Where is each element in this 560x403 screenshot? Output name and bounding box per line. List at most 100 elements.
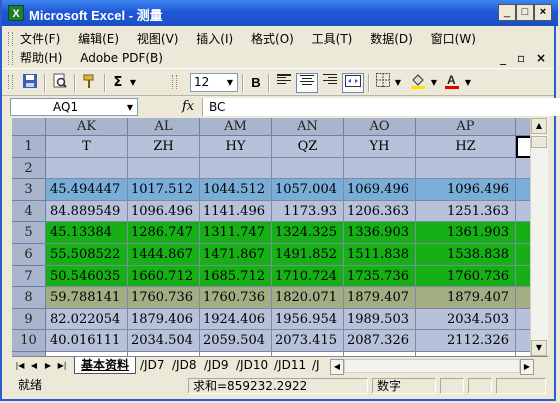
row-header[interactable]: 5 xyxy=(12,222,46,244)
table-cell[interactable]: 1336.903 xyxy=(344,222,416,244)
menu-tools[interactable]: 工具(T) xyxy=(312,30,353,47)
maximize-button[interactable]: □ xyxy=(516,4,534,21)
tab-last-icon[interactable]: ▶| xyxy=(56,359,68,373)
insert-function-icon[interactable]: fx xyxy=(182,99,194,114)
tab-basic-data[interactable]: 基本资料 xyxy=(74,357,137,374)
scroll-up-icon[interactable]: ▲ xyxy=(531,118,547,134)
table-cell[interactable]: T xyxy=(46,136,128,158)
table-cell[interactable]: 1989.503 xyxy=(344,308,416,331)
menu-insert[interactable]: 插入(I) xyxy=(196,30,233,47)
scroll-down-icon[interactable]: ▼ xyxy=(531,340,547,356)
table-cell[interactable]: 59.788141 xyxy=(46,287,128,309)
table-cell[interactable]: 1760.736 xyxy=(128,287,200,309)
table-cell[interactable]: 1879.407 xyxy=(416,287,516,309)
table-cell[interactable]: 1286.747 xyxy=(128,222,200,244)
column-header[interactable]: AL xyxy=(128,118,200,136)
table-cell[interactable]: 1044.512 xyxy=(200,179,272,201)
formula-input[interactable]: BC xyxy=(202,98,560,116)
row-header[interactable]: 8 xyxy=(12,287,46,309)
table-cell[interactable]: 40.016111 xyxy=(46,330,128,352)
table-cell[interactable] xyxy=(516,157,530,180)
table-cell[interactable] xyxy=(416,157,516,180)
table-cell[interactable] xyxy=(516,244,530,266)
table-cell[interactable] xyxy=(516,308,530,331)
table-cell[interactable]: 1710.724 xyxy=(272,265,344,288)
scroll-thumb[interactable] xyxy=(531,136,547,148)
menu-file[interactable]: 文件(F) xyxy=(20,30,60,47)
column-header[interactable]: AM xyxy=(200,118,272,136)
column-header-extra[interactable] xyxy=(516,118,530,136)
table-cell[interactable]: 1361.903 xyxy=(416,222,516,244)
font-color-icon[interactable]: A xyxy=(442,73,462,93)
tab-j[interactable]: /J xyxy=(312,357,320,373)
row-header[interactable]: 2 xyxy=(12,157,46,180)
table-cell[interactable]: 84.889549 xyxy=(46,200,128,223)
column-header[interactable]: AP xyxy=(416,118,516,136)
tab-jd10[interactable]: /JD10 xyxy=(236,357,268,373)
table-cell[interactable]: 1057.004 xyxy=(272,179,344,201)
table-cell[interactable]: 2034.503 xyxy=(416,308,516,331)
align-left-icon[interactable] xyxy=(274,73,294,93)
table-cell[interactable]: 45.13384 xyxy=(46,222,128,244)
table-cell[interactable] xyxy=(516,136,530,158)
print-preview-icon[interactable] xyxy=(50,73,70,93)
name-box[interactable]: AQ1 ▼ xyxy=(10,98,138,116)
table-cell[interactable]: 1760.736 xyxy=(416,265,516,288)
table-cell[interactable]: 2073.415 xyxy=(272,330,344,352)
table-cell[interactable]: 1735.736 xyxy=(344,265,416,288)
toolbar-grip[interactable] xyxy=(8,75,13,89)
row-header[interactable]: 3 xyxy=(12,179,46,201)
menu-data[interactable]: 数据(D) xyxy=(370,30,413,47)
table-cell[interactable]: YH xyxy=(344,136,416,158)
doc-restore-button[interactable]: ▫ xyxy=(517,51,525,65)
table-cell[interactable]: 1311.747 xyxy=(200,222,272,244)
row-header[interactable]: 4 xyxy=(12,200,46,223)
select-all-corner[interactable] xyxy=(12,118,46,136)
table-cell[interactable]: 2112.326 xyxy=(416,330,516,352)
column-header[interactable]: AO xyxy=(344,118,416,136)
table-cell[interactable]: 1444.867 xyxy=(128,244,200,266)
menu-adobe-pdf[interactable]: Adobe PDF(B) xyxy=(80,51,163,65)
table-cell[interactable]: 1017.512 xyxy=(128,179,200,201)
row-header[interactable]: 10 xyxy=(12,330,46,352)
table-cell[interactable] xyxy=(344,157,416,180)
table-cell[interactable]: 1924.406 xyxy=(200,308,272,331)
table-cell[interactable]: 1820.071 xyxy=(272,287,344,309)
table-cell[interactable]: 1491.852 xyxy=(272,244,344,266)
table-cell[interactable]: 1141.496 xyxy=(200,200,272,223)
format-painter-icon[interactable] xyxy=(80,73,100,93)
table-cell[interactable]: 1471.867 xyxy=(200,244,272,266)
table-cell[interactable]: 2087.326 xyxy=(344,330,416,352)
menu-grip-2[interactable] xyxy=(8,51,13,65)
font-color-dropdown-icon[interactable]: ▼ xyxy=(464,73,472,93)
menu-grip[interactable] xyxy=(8,32,13,46)
table-cell[interactable]: 1956.954 xyxy=(272,308,344,331)
menu-help[interactable]: 帮助(H) xyxy=(20,49,62,66)
table-cell[interactable]: 1660.712 xyxy=(128,265,200,288)
doc-minimize-button[interactable]: _ xyxy=(500,51,506,65)
table-cell[interactable]: 2034.504 xyxy=(128,330,200,352)
menu-view[interactable]: 视图(V) xyxy=(137,30,179,47)
toolbar-grip-2[interactable] xyxy=(172,75,177,89)
table-cell[interactable]: 1538.838 xyxy=(416,244,516,266)
table-cell[interactable]: 1511.838 xyxy=(344,244,416,266)
table-cell[interactable] xyxy=(516,287,530,309)
row-header[interactable]: 9 xyxy=(12,308,46,331)
column-header[interactable]: AK xyxy=(46,118,128,136)
table-cell[interactable] xyxy=(200,157,272,180)
tab-jd9[interactable]: /JD9 xyxy=(204,357,228,373)
menu-window[interactable]: 窗口(W) xyxy=(431,30,476,47)
table-cell[interactable] xyxy=(272,157,344,180)
tab-next-icon[interactable]: ▶ xyxy=(42,359,54,373)
tab-first-icon[interactable]: |◀ xyxy=(14,359,26,373)
table-cell[interactable] xyxy=(516,330,530,352)
table-cell[interactable]: 1206.363 xyxy=(344,200,416,223)
save-icon[interactable] xyxy=(20,73,40,93)
table-cell[interactable] xyxy=(46,157,128,180)
table-cell[interactable] xyxy=(516,179,530,201)
merge-center-icon[interactable] xyxy=(342,73,364,93)
menu-format[interactable]: 格式(O) xyxy=(251,30,294,47)
fill-color-dropdown-icon[interactable]: ▼ xyxy=(430,73,438,93)
table-cell[interactable]: 1173.93 xyxy=(272,200,344,223)
tab-jd11[interactable]: /JD11 xyxy=(274,357,306,373)
